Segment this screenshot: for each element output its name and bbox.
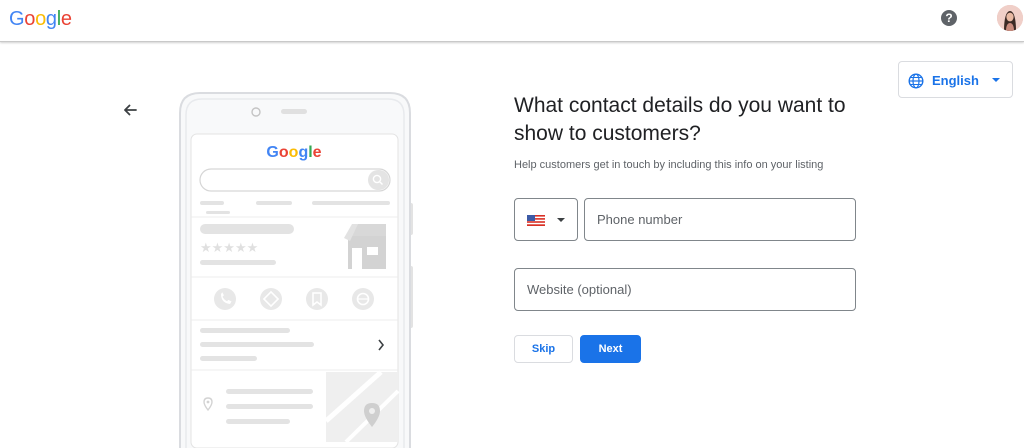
google-logo[interactable]: Google <box>9 8 72 31</box>
rating-stars: ★★★★★ <box>200 241 258 256</box>
country-code-select[interactable] <box>514 198 578 241</box>
avatar[interactable] <box>997 5 1023 31</box>
logo-letter: g <box>298 144 308 161</box>
logo-letter: G <box>9 8 25 30</box>
logo-letter: G <box>266 144 278 161</box>
logo-letter: e <box>60 8 72 30</box>
page-title: What contact details do you want to show… <box>514 94 846 145</box>
phone-mockup: Google ★★★★★ <box>179 92 413 448</box>
language-label: English <box>932 73 979 88</box>
logo-letter: o <box>289 144 299 161</box>
page-subtitle: Help customers get in touch by including… <box>514 159 824 171</box>
chevron-down-icon <box>557 218 565 222</box>
chevron-down-icon <box>992 78 1000 82</box>
phone-illustration: Google ★★★★★ <box>176 91 416 448</box>
us-flag-icon <box>527 215 545 226</box>
phone-number-input[interactable] <box>584 198 856 241</box>
illustration-google-logo: Google <box>266 144 321 161</box>
website-icon <box>352 288 374 310</box>
logo-letter: o <box>35 8 46 30</box>
logo-letter: e <box>313 144 322 161</box>
help-icon[interactable]: ? <box>941 10 957 26</box>
avatar-image <box>997 5 1023 31</box>
logo-letter: o <box>279 144 289 161</box>
logo-letter: o <box>24 8 36 30</box>
language-selector[interactable]: English <box>898 61 1013 98</box>
back-arrow-icon[interactable] <box>120 100 140 120</box>
directions-icon <box>260 288 282 310</box>
phone-icon <box>214 288 236 310</box>
globe-icon <box>908 73 924 89</box>
logo-letter: g <box>45 8 57 30</box>
top-bar: Google ? <box>0 0 1024 42</box>
save-icon <box>306 288 328 310</box>
website-input[interactable] <box>514 268 856 311</box>
skip-button[interactable]: Skip <box>514 335 573 363</box>
next-button[interactable]: Next <box>580 335 641 363</box>
